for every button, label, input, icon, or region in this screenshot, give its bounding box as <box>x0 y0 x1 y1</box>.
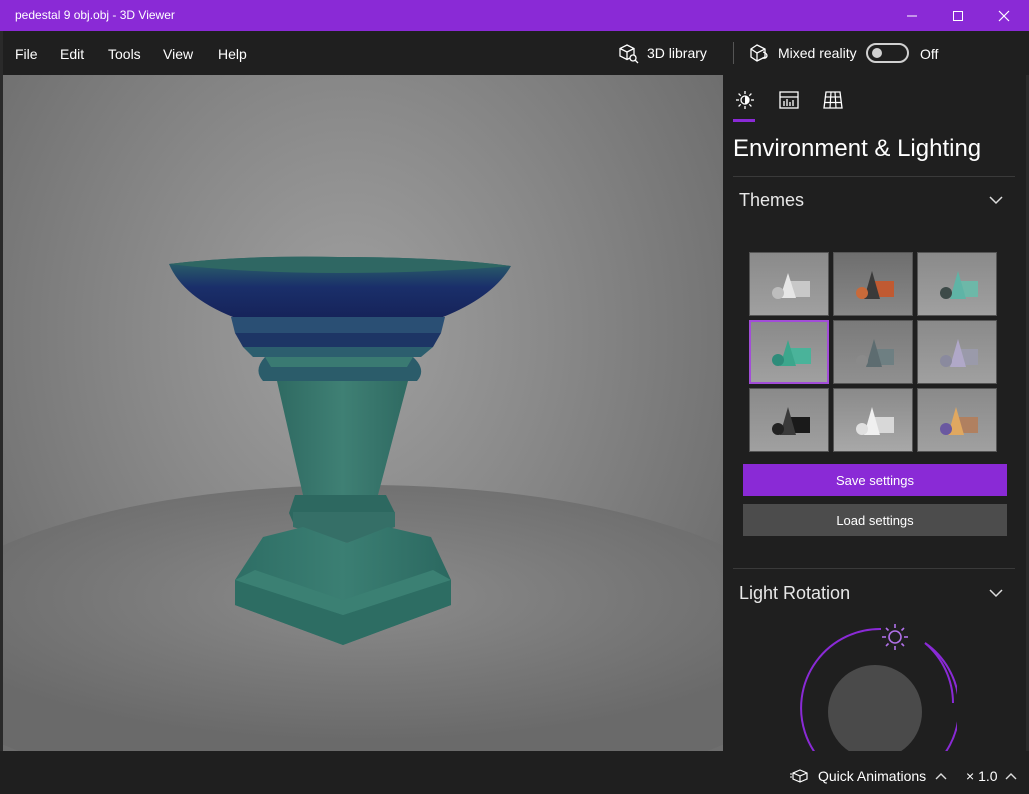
menu-view[interactable]: View <box>163 46 193 62</box>
mixed-reality-state: Off <box>920 46 939 62</box>
menu-file[interactable]: File <box>15 46 38 62</box>
theme-thumbnail[interactable] <box>833 252 913 316</box>
toggle-knob <box>872 48 882 58</box>
title-bar: pedestal 9 obj.obj - 3D Viewer <box>0 0 1029 31</box>
close-button[interactable] <box>981 0 1027 31</box>
theme-thumbnail[interactable] <box>917 388 997 452</box>
mixed-reality-toggle[interactable] <box>866 43 909 63</box>
3d-viewport[interactable] <box>3 75 723 751</box>
environment-panel: Environment & Lighting Themes Save setti… <box>723 75 1026 751</box>
menu-tools[interactable]: Tools <box>108 46 141 62</box>
theme-thumbnail[interactable] <box>917 320 997 384</box>
themes-grid <box>749 252 997 452</box>
save-settings-button[interactable]: Save settings <box>743 464 1007 496</box>
quick-animations-label: Quick Animations <box>818 768 927 784</box>
animation-speed-control[interactable]: × 1.0 <box>966 768 1018 784</box>
light-rotation-section-title[interactable]: Light Rotation <box>739 583 850 604</box>
3d-library-label: 3D library <box>647 45 707 61</box>
status-bar: Quick Animations × 1.0 <box>0 751 1029 794</box>
chevron-up-icon[interactable] <box>934 771 948 781</box>
theme-thumbnail[interactable] <box>833 388 913 452</box>
close-icon <box>998 10 1010 21</box>
divider <box>733 176 1015 177</box>
minimize-button[interactable] <box>889 0 935 31</box>
menu-edit[interactable]: Edit <box>60 46 84 62</box>
minimize-icon <box>907 15 917 16</box>
light-rotation-dial[interactable] <box>795 623 957 751</box>
theme-thumbnail[interactable] <box>749 388 829 452</box>
chevron-up-icon[interactable] <box>1004 771 1018 781</box>
sun-icon <box>882 624 908 650</box>
chevron-down-icon[interactable] <box>989 588 1003 598</box>
maximize-icon <box>953 10 963 21</box>
3d-library-button[interactable]: 3D library <box>618 42 707 64</box>
menu-help[interactable]: Help <box>218 46 247 62</box>
quick-animations-button[interactable]: Quick Animations <box>790 768 948 784</box>
animation-icon <box>790 769 808 783</box>
themes-section-title[interactable]: Themes <box>739 190 804 211</box>
panel-title: Environment & Lighting <box>733 135 982 162</box>
lighting-icon[interactable] <box>734 89 756 111</box>
theme-thumbnail[interactable] <box>917 252 997 316</box>
theme-thumbnail[interactable] <box>749 252 829 316</box>
3d-library-icon <box>619 43 639 63</box>
mixed-reality-label: Mixed reality <box>778 45 857 61</box>
animation-speed-label: × 1.0 <box>966 768 998 784</box>
load-settings-button[interactable]: Load settings <box>743 504 1007 536</box>
mixed-reality-button[interactable]: Mixed reality <box>750 42 857 64</box>
chevron-down-icon[interactable] <box>989 195 1003 205</box>
pedestal-model[interactable] <box>3 75 723 751</box>
toolbar-separator <box>733 42 734 64</box>
maximize-button[interactable] <box>935 0 981 31</box>
mixed-reality-icon <box>750 44 768 62</box>
active-tab-indicator <box>733 119 755 122</box>
grid-icon[interactable] <box>822 89 844 111</box>
theme-thumbnail-selected[interactable] <box>749 320 829 384</box>
stats-icon[interactable] <box>778 89 800 111</box>
theme-thumbnail[interactable] <box>833 320 913 384</box>
window-title: pedestal 9 obj.obj - 3D Viewer <box>15 8 175 22</box>
divider <box>733 568 1015 569</box>
